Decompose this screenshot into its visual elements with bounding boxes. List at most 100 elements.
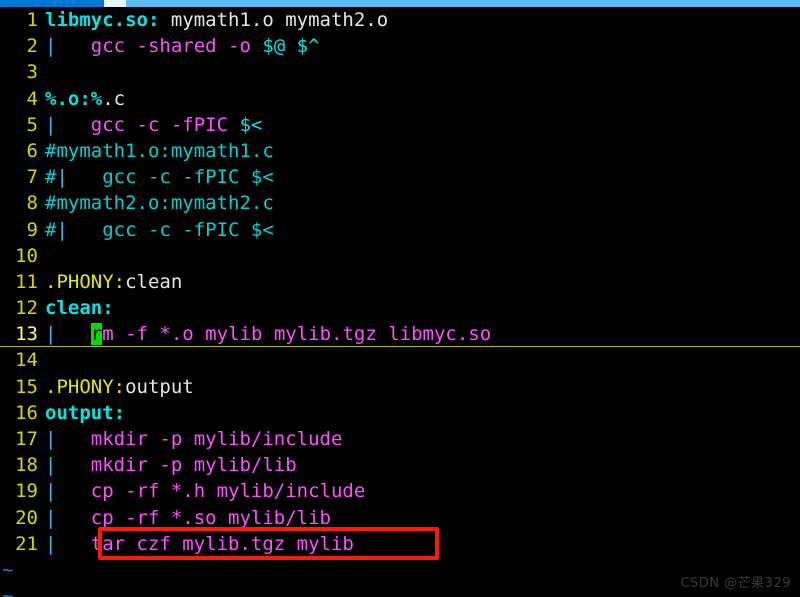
code-text-6: #mymath1.o:mymath1.c bbox=[38, 138, 274, 164]
code-line-6[interactable]: 6 #mymath1.o:mymath1.c bbox=[0, 138, 800, 164]
tab-indent-marker: | bbox=[45, 113, 57, 136]
token: cp -rf *.so mylib/lib bbox=[56, 506, 331, 529]
token: mkdir -p mylib/include bbox=[56, 428, 343, 450]
code-text-16: output: bbox=[38, 400, 125, 426]
line-number-15: 15 bbox=[15, 375, 38, 398]
code-line-8[interactable]: 8 #mymath2.o:mymath2.c bbox=[0, 190, 800, 216]
token: gcc -c -fPIC $< bbox=[67, 218, 274, 241]
token: gcc -c -fPIC bbox=[56, 113, 240, 136]
token: libmyc.so: bbox=[45, 9, 160, 31]
code-line-20[interactable]: 20 | cp -rf *.so mylib/lib bbox=[0, 505, 800, 531]
code-line-11[interactable]: 11 .PHONY:clean bbox=[0, 269, 800, 295]
token: .c bbox=[102, 87, 126, 110]
code-line-1[interactable]: 1 libmyc.so: mymath1.o mymath2.o bbox=[0, 7, 800, 33]
code-line-18[interactable]: 18 | mkdir -p mylib/lib bbox=[0, 452, 800, 478]
code-text-15: .PHONY:output bbox=[38, 374, 194, 400]
code-text-17: | mkdir -p mylib/include bbox=[38, 426, 342, 452]
tab-indent-marker: | bbox=[45, 480, 57, 503]
token: # bbox=[45, 218, 57, 241]
tab-indent-marker: | bbox=[45, 532, 57, 555]
token: tar czf mylib.tgz mylib bbox=[56, 532, 354, 555]
line-number-8: 8 bbox=[26, 192, 38, 215]
line-number-4: 4 bbox=[26, 87, 38, 110]
line-number-11: 11 bbox=[15, 270, 38, 293]
code-line-4[interactable]: 4 %.o:%.c bbox=[0, 86, 800, 112]
token: output bbox=[125, 375, 194, 398]
tab-indent-marker: | bbox=[45, 428, 57, 450]
code-text-5: | gcc -c -fPIC $< bbox=[38, 112, 262, 138]
line-number-2: 2 bbox=[26, 35, 38, 58]
line-number-7: 7 bbox=[26, 166, 38, 189]
line-number-5: 5 bbox=[26, 113, 38, 136]
token: $@ $^ bbox=[262, 35, 320, 58]
code-line-3[interactable]: 3 bbox=[0, 59, 800, 85]
code-line-12[interactable]: 12 clean: bbox=[0, 295, 800, 321]
token: .PHONY: bbox=[45, 270, 126, 293]
line-number-16: 16 bbox=[15, 401, 38, 424]
token: clean bbox=[125, 270, 183, 293]
code-text-20: | cp -rf *.so mylib/lib bbox=[38, 505, 331, 531]
code-line-15[interactable]: 15 .PHONY:output bbox=[0, 374, 800, 400]
code-line-17[interactable]: 17 | mkdir -p mylib/include bbox=[0, 426, 800, 452]
line-number-20: 20 bbox=[15, 506, 38, 529]
token: gcc -c -fPIC $< bbox=[67, 166, 274, 189]
line-number-14: 14 bbox=[15, 349, 38, 372]
token: %.o:% bbox=[45, 87, 103, 110]
code-text-9: #| gcc -c -fPIC $< bbox=[38, 217, 274, 243]
code-text-4: %.o:%.c bbox=[38, 86, 125, 112]
tab-indent-marker: | bbox=[45, 323, 57, 346]
code-text-7: #| gcc -c -fPIC $< bbox=[38, 164, 274, 190]
tab-indent-marker: | bbox=[45, 454, 57, 477]
line-number-10: 10 bbox=[15, 244, 38, 267]
code-line-16[interactable]: 16 output: bbox=[0, 400, 800, 426]
text-cursor: r bbox=[90, 323, 103, 346]
code-line-13[interactable]: 13 | rm -f *.o mylib mylib.tgz libmyc.so bbox=[0, 321, 800, 348]
code-text-11: .PHONY:clean bbox=[38, 269, 182, 295]
token: #mymath2.o:mymath2.c bbox=[45, 192, 274, 215]
code-line-9[interactable]: 9 #| gcc -c -fPIC $< bbox=[0, 217, 800, 243]
line-number-1: 1 bbox=[26, 9, 38, 31]
code-line-14[interactable]: 14 bbox=[0, 347, 800, 373]
token: mkdir -p mylib/lib bbox=[56, 454, 297, 477]
code-text-8: #mymath2.o:mymath2.c bbox=[38, 190, 274, 216]
line-number-13: 13 bbox=[15, 323, 38, 346]
code-line-21[interactable]: 21 | tar czf mylib.tgz mylib bbox=[0, 531, 800, 557]
progress-segment-highlight bbox=[104, 0, 126, 7]
loading-progress-bar bbox=[0, 0, 800, 7]
progress-segment-filled bbox=[0, 0, 104, 7]
token: clean: bbox=[45, 297, 114, 320]
code-text-19: | cp -rf *.h mylib/include bbox=[38, 478, 365, 504]
tab-indent-marker: | bbox=[45, 35, 57, 58]
code-line-7[interactable]: 7 #| gcc -c -fPIC $< bbox=[0, 164, 800, 190]
tab-indent-marker: | bbox=[56, 218, 68, 241]
token: output: bbox=[45, 401, 126, 424]
line-number-3: 3 bbox=[26, 61, 38, 84]
code-line-2[interactable]: 2 | gcc -shared -o $@ $^ bbox=[0, 33, 800, 59]
code-text-18: | mkdir -p mylib/lib bbox=[38, 452, 297, 478]
token: .PHONY: bbox=[45, 375, 126, 398]
token: cp -rf *.h mylib/include bbox=[56, 480, 366, 503]
code-text-12: clean: bbox=[38, 295, 114, 321]
vim-buffer[interactable]: 1 libmyc.so: mymath1.o mymath2.o 2 | gcc -s… bbox=[0, 7, 800, 597]
code-text-21: | tar czf mylib.tgz mylib bbox=[38, 531, 354, 557]
line-number-19: 19 bbox=[15, 480, 38, 503]
token: # bbox=[45, 166, 57, 189]
progress-segment-track bbox=[126, 0, 800, 7]
line-number-6: 6 bbox=[26, 139, 38, 162]
tab-indent-marker: | bbox=[56, 166, 68, 189]
code-line-19[interactable]: 19 | cp -rf *.h mylib/include bbox=[0, 478, 800, 504]
code-line-10[interactable]: 10 bbox=[0, 243, 800, 269]
code-text-2: | gcc -shared -o $@ $^ bbox=[38, 33, 320, 59]
code-text-13: | rm -f *.o mylib mylib.tgz libmyc.so bbox=[38, 321, 491, 347]
line-number-21: 21 bbox=[15, 532, 38, 555]
code-line-5[interactable]: 5 | gcc -c -fPIC $< bbox=[0, 112, 800, 138]
line-number-18: 18 bbox=[15, 454, 38, 477]
tab-indent-marker: | bbox=[45, 506, 57, 529]
csdn-watermark: CSDN @芒果329 bbox=[680, 576, 791, 591]
token: gcc -shared -o bbox=[56, 35, 263, 58]
line-number-9: 9 bbox=[26, 218, 38, 241]
token: $< bbox=[239, 113, 263, 136]
token: mymath1.o mymath2.o bbox=[159, 9, 389, 31]
line-number-12: 12 bbox=[15, 297, 38, 320]
